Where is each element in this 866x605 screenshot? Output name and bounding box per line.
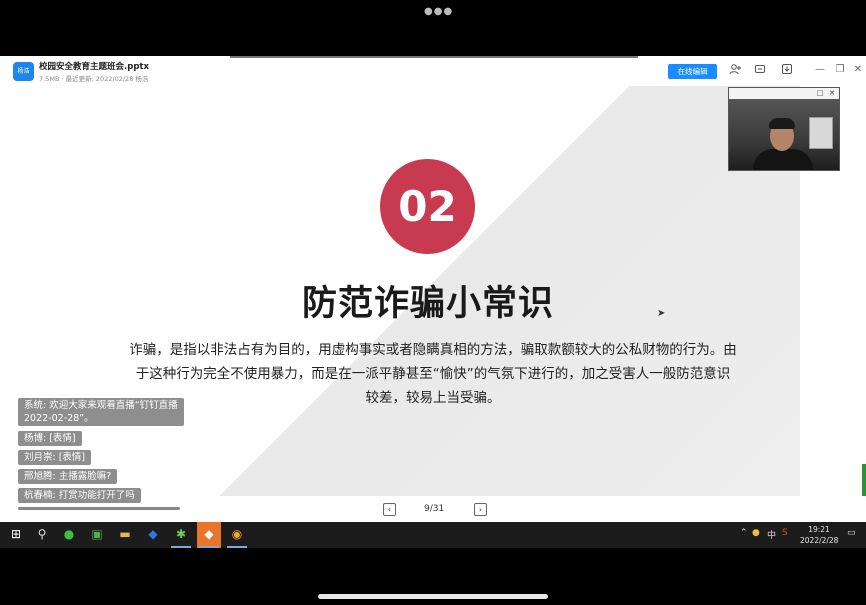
chat-message: 邢旭腾: 主播露脸嘛?: [18, 469, 118, 484]
ime-indicator[interactable]: 中: [767, 528, 776, 541]
chat-message: 刘月崇: [表情]: [18, 450, 92, 465]
page-indicator: 9/31: [424, 504, 445, 514]
pinwheel-app-icon[interactable]: ✱: [169, 522, 193, 548]
file-meta: 7.5MB · 最近更新: 2022/02/28 杨浩: [39, 75, 149, 83]
slide-title: 防范诈骗小常识: [301, 284, 554, 324]
notification-icon[interactable]: ▭: [847, 528, 856, 538]
file-title: 校园安全教育主题班会.pptx: [39, 62, 149, 72]
close-icon[interactable]: ✕: [852, 63, 864, 77]
section-number-badge: 02: [380, 159, 475, 254]
live-app-icon[interactable]: ◆: [197, 522, 221, 548]
top-divider: [230, 56, 638, 58]
chat-message-line: 2022-02-28”。: [24, 413, 94, 424]
wall-picture: [809, 117, 833, 149]
tray-sogou-icon[interactable]: S: [782, 528, 788, 538]
chevron-right-icon[interactable]: ›: [474, 503, 487, 516]
chevron-left-icon[interactable]: ‹: [383, 503, 396, 516]
tray-app-icon[interactable]: ●: [752, 528, 760, 538]
webcam-restore-icon[interactable]: □: [815, 88, 825, 99]
slide-body-line: 诈骗，是指以非法占有为目的，用虚构事实或者隐瞒真相的方法，骗取款额较大的公私财物…: [129, 342, 737, 358]
webcam-video: [729, 99, 839, 170]
folder-icon[interactable]: ▬: [113, 522, 137, 548]
online-edit-button[interactable]: 在线编辑: [668, 64, 717, 79]
home-indicator[interactable]: [318, 594, 548, 599]
restore-icon[interactable]: ❐: [834, 63, 846, 77]
clock-time: 19:21: [808, 525, 830, 534]
image-viewer-icon[interactable]: ▣: [85, 522, 109, 548]
chat-scrollbar[interactable]: [18, 507, 180, 510]
add-user-icon[interactable]: [728, 63, 742, 77]
title-bar: 杨浩 校园安全教育主题班会.pptx 7.5MB · 最近更新: 2022/02…: [0, 56, 866, 86]
webcam-bar: □ ✕: [729, 88, 839, 99]
chat-message: 系统: 欢迎大家来观看直播“钉钉直播 2022-02-28”。: [18, 398, 184, 426]
mouse-cursor-icon: ➤: [657, 308, 666, 319]
clock-date: 2022/2/28: [800, 536, 839, 545]
slide-body-line: 于这种行为完全不使用暴力，而是在一派平静甚至“愉快”的气氛下进行的，加之受害人一…: [135, 366, 731, 382]
multitask-dots-icon[interactable]: ●●●: [424, 6, 453, 17]
chat-message-line: 系统: 欢迎大家来观看直播“钉钉直播: [24, 400, 178, 411]
search-icon[interactable]: ⚲: [30, 522, 54, 548]
browser-icon[interactable]: ●: [57, 522, 81, 548]
system-clock[interactable]: 19:21 2022/2/28: [800, 524, 838, 546]
webcam-overlay[interactable]: □ ✕: [728, 87, 840, 171]
media-app-icon[interactable]: ◉: [225, 522, 249, 548]
dingtalk-icon[interactable]: ◆: [141, 522, 165, 548]
tray-chevron-up-icon[interactable]: ⌃: [740, 528, 748, 538]
taskbar: ⊞ ⚲ ● ▣ ▬ ◆ ✱ ◆ ◉ ⌃ ● 中 S 19:21 2022/2/2…: [0, 522, 866, 548]
app-logo: 杨浩: [13, 62, 34, 81]
webcam-close-icon[interactable]: ✕: [827, 88, 837, 99]
slide-body-line: 较差，较易上当受骗。: [365, 390, 501, 406]
side-tab[interactable]: [862, 464, 866, 496]
windows-start-icon[interactable]: ⊞: [4, 522, 28, 548]
share-icon[interactable]: [753, 63, 767, 77]
slide[interactable]: 02 防范诈骗小常识 诈骗，是指以非法占有为目的，用虚构事实或者隐瞒真相的方法，…: [0, 86, 800, 496]
download-icon[interactable]: [780, 63, 794, 77]
slide-body: 诈骗，是指以非法占有为目的，用虚构事实或者隐瞒真相的方法，骗取款额较大的公私财物…: [118, 338, 748, 410]
chat-message: 杭春楠: 打赏功能打开了吗: [18, 488, 141, 503]
minimize-icon[interactable]: —: [814, 63, 826, 77]
chat-message: 杨博: [表情]: [18, 431, 82, 446]
presenter-hair: [769, 118, 795, 129]
presenter-body: [753, 149, 813, 170]
